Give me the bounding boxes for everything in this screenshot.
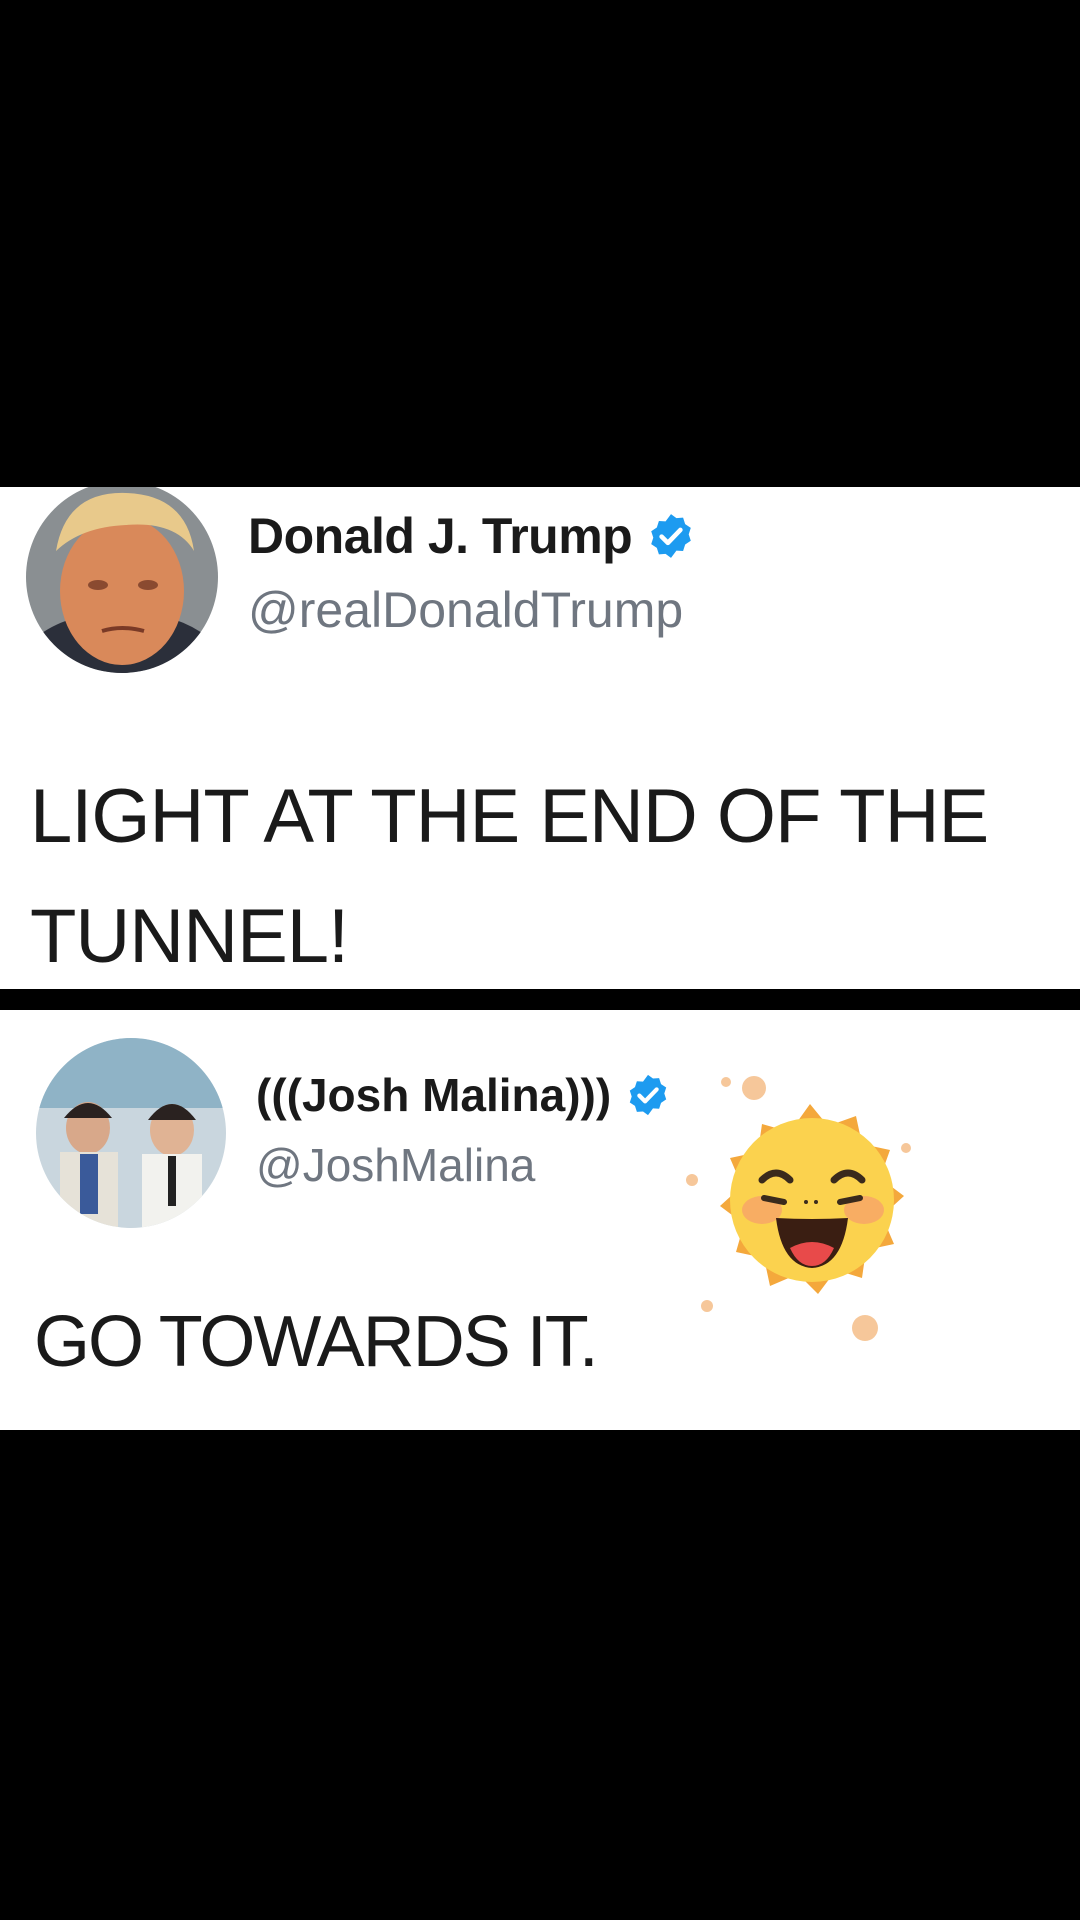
profile-photo-icon bbox=[26, 487, 218, 673]
display-name[interactable]: (((Josh Malina))) bbox=[256, 1068, 611, 1122]
display-name[interactable]: Donald J. Trump bbox=[248, 507, 633, 565]
handle[interactable]: @JoshMalina bbox=[256, 1138, 535, 1192]
profile-photo-icon bbox=[36, 1038, 226, 1228]
meme-screenshot: Donald J. Trump @realDonaldTrump LIGHT A… bbox=[0, 0, 1080, 1920]
verified-badge-icon bbox=[646, 511, 696, 561]
tweet-text: LIGHT AT THE END OF THE TUNNEL! bbox=[30, 774, 989, 979]
avatar[interactable] bbox=[26, 487, 218, 673]
verified-badge-icon bbox=[625, 1072, 671, 1118]
author-name-row: (((Josh Malina))) bbox=[256, 1068, 671, 1122]
tweet-card-trump: Donald J. Trump @realDonaldTrump LIGHT A… bbox=[0, 487, 1080, 989]
avatar[interactable] bbox=[36, 1038, 226, 1228]
laughing-sun-sticker-icon bbox=[680, 1070, 940, 1350]
author-name-row: Donald J. Trump bbox=[248, 507, 696, 565]
handle[interactable]: @realDonaldTrump bbox=[248, 581, 683, 639]
